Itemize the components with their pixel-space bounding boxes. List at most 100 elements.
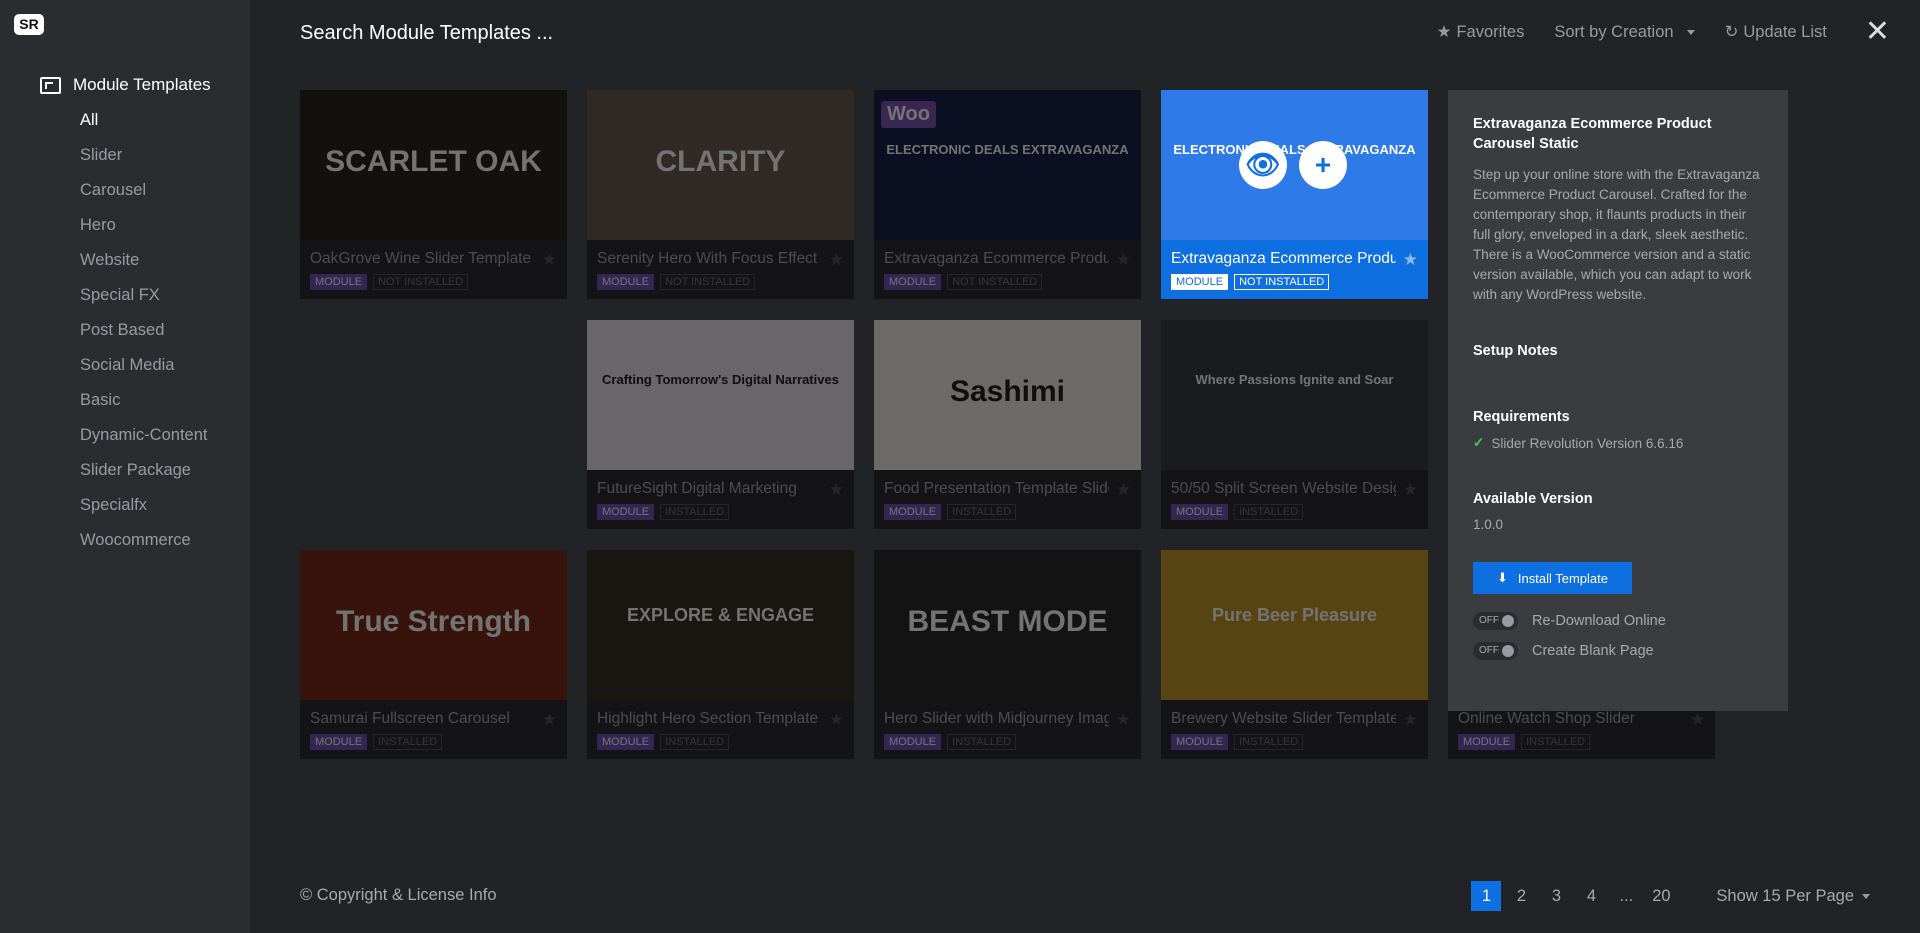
template-thumbnail: BEAST MODE: [874, 550, 1141, 700]
template-badges: MODULE INSTALLED: [1171, 734, 1304, 750]
type-badge: MODULE: [884, 274, 942, 290]
favorites-button[interactable]: ★ Favorites: [1437, 22, 1525, 42]
template-card[interactable]: ELECTRONIC DEALS EXTRAVAGANZA Extravaganz…: [1161, 90, 1428, 299]
template-badges: MODULE INSTALLED: [884, 504, 1017, 520]
template-title: Online Watch Shop Slider: [1458, 710, 1635, 727]
favorite-star-icon[interactable]: ★: [1690, 710, 1705, 730]
requirement-label: Slider Revolution Version 6.6.16: [1491, 435, 1684, 451]
sidebar-item-dynamic-content[interactable]: Dynamic-Content: [80, 422, 207, 457]
preview-eye-icon[interactable]: 👁: [1239, 141, 1287, 189]
favorite-star-icon[interactable]: ★: [1403, 250, 1418, 270]
favorite-star-icon[interactable]: ★: [829, 250, 844, 270]
update-list-button[interactable]: ↻ Update List: [1725, 22, 1827, 42]
thumbnail-text: EXPLORE & ENGAGE: [626, 605, 815, 625]
sidebar-heading[interactable]: Module Templates: [40, 75, 211, 95]
redownload-label: Re-Download Online: [1532, 613, 1666, 629]
template-title: Hero Slider with Midjourney Image: [884, 710, 1109, 727]
requirements-heading: Requirements: [1473, 409, 1570, 425]
favorite-star-icon[interactable]: ★: [1116, 710, 1131, 730]
template-thumbnail: SCARLET OAK: [300, 90, 567, 240]
per-page-dropdown[interactable]: Show 15 Per Page: [1716, 887, 1870, 906]
page-button[interactable]: 20: [1646, 881, 1676, 911]
page-button[interactable]: 4: [1576, 881, 1606, 911]
redownload-toggle[interactable]: OFF: [1473, 612, 1518, 630]
template-badges: MODULE NOT INSTALLED: [597, 274, 756, 290]
sidebar-item-hero[interactable]: Hero: [80, 212, 207, 247]
sidebar-item-post-based[interactable]: Post Based: [80, 317, 207, 352]
sidebar-item-carousel[interactable]: Carousel: [80, 177, 207, 212]
status-badge: INSTALLED: [373, 734, 443, 750]
type-badge: MODULE: [884, 734, 942, 750]
template-card[interactable]: ELECTRONIC DEALS EXTRAVAGANZA Woo Extravag…: [874, 90, 1141, 299]
sidebar-item-basic[interactable]: Basic: [80, 387, 207, 422]
template-card[interactable]: BEAST MODE Hero Slider with Midjourney Im…: [874, 550, 1141, 759]
sidebar-item-all[interactable]: All: [80, 107, 207, 142]
sort-dropdown[interactable]: Sort by Creation: [1554, 22, 1695, 42]
template-thumbnail: Sashimi: [874, 320, 1141, 470]
sidebar-item-slider-package[interactable]: Slider Package: [80, 457, 207, 492]
type-badge: MODULE: [1458, 734, 1516, 750]
blank-page-toggle[interactable]: OFF: [1473, 642, 1518, 660]
favorite-star-icon[interactable]: ★: [1403, 480, 1418, 500]
sidebar-item-social-media[interactable]: Social Media: [80, 352, 207, 387]
template-thumbnail: ELECTRONIC DEALS EXTRAVAGANZA: [1161, 90, 1428, 240]
type-badge: MODULE: [1171, 274, 1229, 290]
category-list: All Slider Carousel Hero Website Special FX Po…: [80, 107, 207, 562]
template-card[interactable]: Pure Beer Pleasure Brewery Website Slider…: [1161, 550, 1428, 759]
thumbnail-text: Sashimi: [949, 375, 1066, 408]
type-badge: MODULE: [884, 504, 942, 520]
status-badge: INSTALLED: [660, 734, 730, 750]
favorite-star-icon[interactable]: ★: [1116, 250, 1131, 270]
favorite-star-icon[interactable]: ★: [542, 710, 557, 730]
template-card[interactable]: Sashimi Food Presentation Template Slider…: [874, 320, 1141, 529]
install-template-button[interactable]: ⬇ Install Template: [1473, 562, 1632, 594]
sidebar-item-special-fx[interactable]: Special FX: [80, 282, 207, 317]
type-badge: MODULE: [597, 274, 655, 290]
sidebar-item-website[interactable]: Website: [80, 247, 207, 282]
favorite-star-icon[interactable]: ★: [829, 480, 844, 500]
favorite-star-icon[interactable]: ★: [1403, 710, 1418, 730]
template-card[interactable]: EXPLORE & ENGAGE Highlight Hero Section T…: [587, 550, 854, 759]
type-badge: MODULE: [597, 734, 655, 750]
thumbnail-text: SCARLET OAK: [325, 145, 542, 178]
status-badge: INSTALLED: [1234, 504, 1304, 520]
sort-label: Sort by Creation: [1554, 22, 1674, 41]
sidebar-item-specialfx[interactable]: Specialfx: [80, 492, 207, 527]
add-plus-icon[interactable]: +: [1299, 141, 1347, 189]
detail-title: Extravaganza Ecommerce Product Carousel …: [1473, 116, 1712, 152]
page-button[interactable]: 1: [1471, 881, 1502, 911]
close-icon[interactable]: ✕: [1865, 17, 1890, 47]
page-button[interactable]: 2: [1506, 881, 1536, 911]
template-badges: MODULE INSTALLED: [884, 734, 1017, 750]
top-actions: ★ Favorites Sort by Creation ↻ Update Li…: [1407, 17, 1890, 47]
app-logo: SR: [14, 14, 44, 35]
favorite-star-icon[interactable]: ★: [829, 710, 844, 730]
update-list-label: Update List: [1743, 22, 1827, 41]
template-title: FutureSight Digital Marketing: [597, 480, 797, 497]
requirement-item: ✓ Slider Revolution Version 6.6.16: [1473, 435, 1763, 451]
template-title: Brewery Website Slider Template: [1171, 710, 1396, 727]
template-card[interactable]: Where Passions Ignite and Soar 50/50 Spli…: [1161, 320, 1428, 529]
template-card[interactable]: Crafting Tomorrow's Digital Narratives Fu…: [587, 320, 854, 529]
template-badges: MODULE NOT INSTALLED: [884, 274, 1043, 290]
version-value: 1.0.0: [1473, 517, 1504, 532]
template-card[interactable]: True Strength Samurai Fullscreen Carousel…: [300, 550, 567, 759]
status-badge: NOT INSTALLED: [947, 274, 1043, 290]
template-title: Samurai Fullscreen Carousel: [310, 710, 510, 727]
template-card[interactable]: CLARITY Serenity Hero With Focus Effect ★ M…: [587, 90, 854, 299]
favorite-star-icon[interactable]: ★: [1116, 480, 1131, 500]
sidebar-item-woocommerce[interactable]: Woocommerce: [80, 527, 207, 562]
template-thumbnail: ELECTRONIC DEALS EXTRAVAGANZA Woo: [874, 90, 1141, 240]
sidebar-item-slider[interactable]: Slider: [80, 142, 207, 177]
page-button[interactable]: 3: [1541, 881, 1571, 911]
template-badges: MODULE INSTALLED: [1171, 504, 1304, 520]
template-card[interactable]: SCARLET OAK OakGrove Wine Slider Template…: [300, 90, 567, 299]
status-badge: INSTALLED: [947, 734, 1017, 750]
template-detail-panel: Extravaganza Ecommerce Product Carousel …: [1448, 90, 1788, 711]
search-input[interactable]: [300, 22, 700, 45]
setup-notes-heading: Setup Notes: [1473, 343, 1558, 359]
type-badge: MODULE: [597, 504, 655, 520]
type-badge: MODULE: [1171, 734, 1229, 750]
copyright-link[interactable]: © Copyright & License Info: [300, 886, 497, 905]
favorite-star-icon[interactable]: ★: [542, 250, 557, 270]
